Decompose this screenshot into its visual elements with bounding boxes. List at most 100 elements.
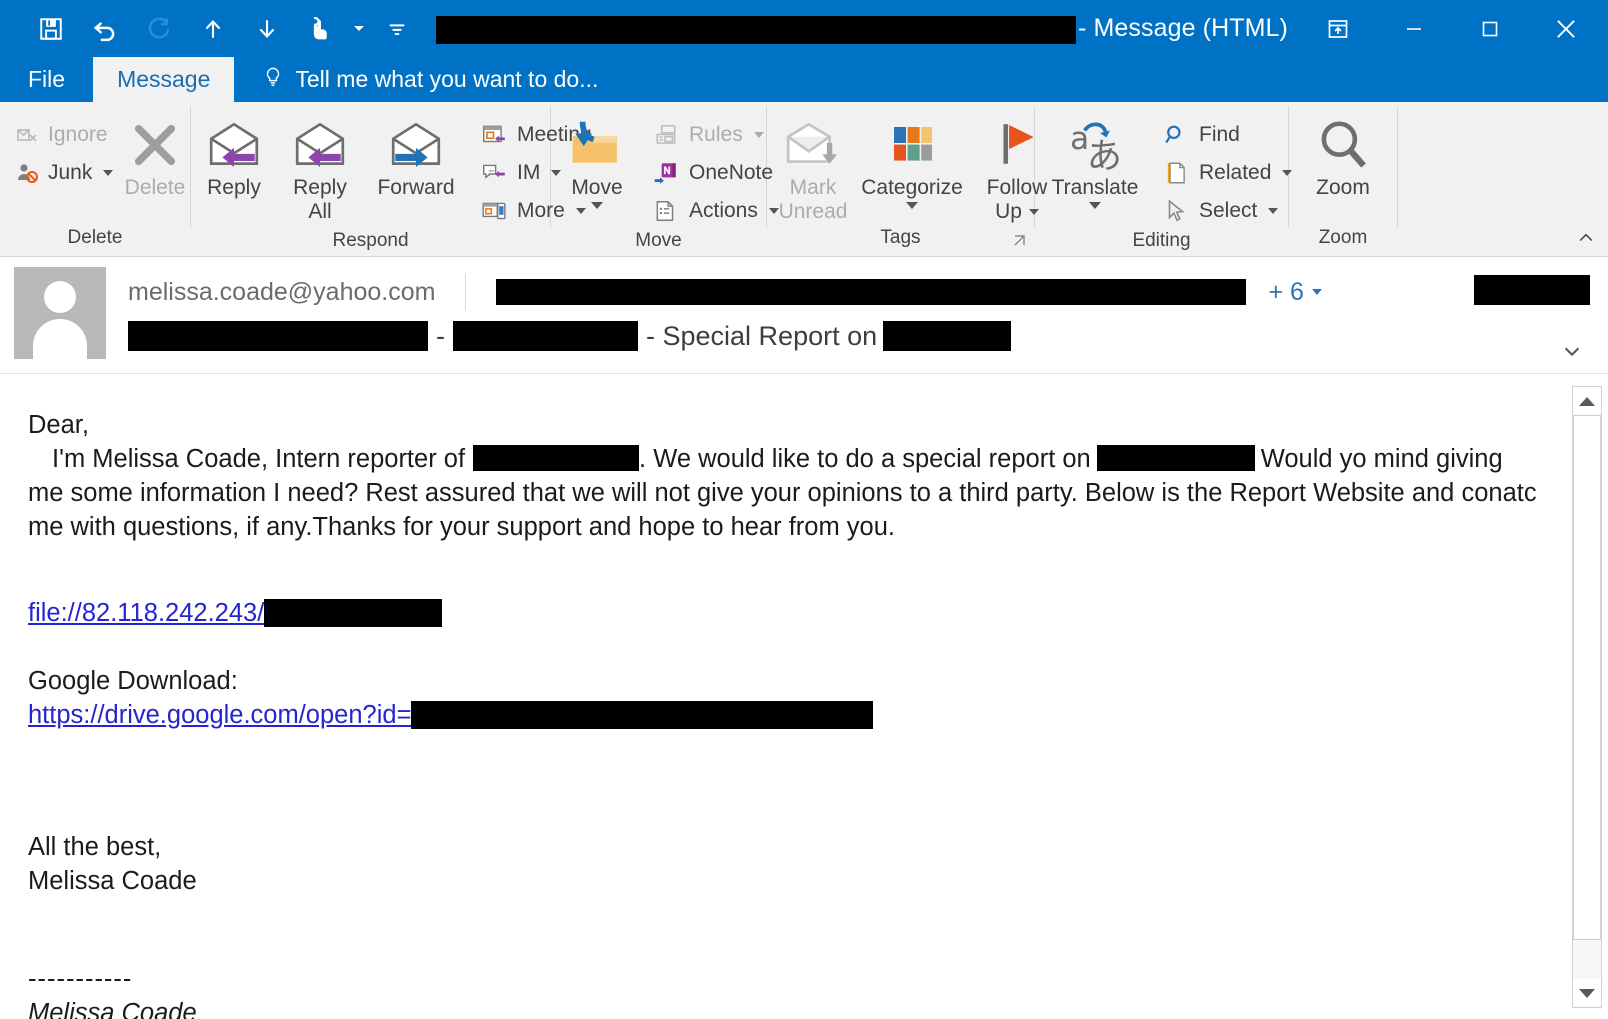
body-paragraph-1: I'm Melissa Coade, Intern reporter of . W… (28, 442, 1538, 544)
ribbon-group-editing: a あ Translate Find Related Select Editin… (1035, 102, 1293, 257)
google-link-redaction (411, 701, 874, 729)
message-header: melissa.coade@yahoo.com + 6 - - Special … (0, 257, 1608, 374)
collapse-ribbon-icon[interactable] (1574, 228, 1598, 254)
close-icon[interactable] (1528, 0, 1604, 57)
move-dropdown-caret-icon[interactable] (591, 202, 603, 209)
next-item-arrow-icon[interactable] (240, 6, 294, 52)
tell-me-search[interactable]: Tell me what you want to do... (234, 57, 598, 102)
junk-dropdown-caret-icon[interactable] (103, 170, 114, 176)
header-date-redaction-bar (1474, 275, 1590, 305)
reply-all-button[interactable]: Reply All (277, 108, 363, 224)
outlook-message-window: - Message (HTML) File Message Tell me wh… (0, 0, 1608, 1019)
forward-button[interactable]: Forward (363, 108, 469, 200)
move-folder-icon (566, 114, 628, 176)
reply-all-label: Reply (293, 176, 347, 199)
expand-header-chevron-down-icon[interactable] (1558, 340, 1586, 367)
junk-icon (14, 158, 40, 188)
rules-button[interactable]: Rules (645, 116, 785, 154)
junk-button[interactable]: Junk (8, 154, 114, 192)
ribbon-group-zoom: Zoom Zoom (1289, 102, 1397, 257)
subject-dash-1: - (436, 320, 445, 351)
tab-message-label: Message (117, 66, 211, 92)
categorize-dropdown-caret-icon[interactable] (906, 202, 918, 209)
ribbon-group-move: Move Rules OneNote Actions Move (551, 102, 779, 257)
file-link-line: file://82.118.242.243/ (28, 596, 1538, 630)
touch-mode-dropdown-caret-icon[interactable] (348, 6, 370, 52)
onenote-icon (651, 158, 681, 188)
forward-label: Forward (377, 176, 455, 199)
tab-message[interactable]: Message (93, 57, 235, 102)
zoom-button[interactable]: Zoom (1306, 108, 1380, 200)
select-button[interactable]: Select (1155, 192, 1298, 230)
rules-dropdown-caret-icon[interactable] (753, 132, 764, 138)
forward-icon (387, 114, 445, 176)
categorize-label: Categorize (861, 176, 963, 199)
more-icon (479, 196, 509, 226)
onenote-button[interactable]: OneNote (645, 154, 785, 192)
sender-address[interactable]: melissa.coade@yahoo.com (122, 278, 435, 307)
rules-icon (651, 120, 681, 150)
translate-button[interactable]: a あ Translate (1043, 108, 1147, 209)
reply-button[interactable]: Reply (191, 108, 277, 200)
ribbon-separator (1397, 106, 1398, 228)
ribbon-group-tags: Mark Unread Categorize Follow Up Tags (767, 102, 1047, 257)
im-label: IM (517, 161, 541, 184)
actions-button[interactable]: Actions (645, 192, 785, 230)
ignore-button[interactable]: Ignore (8, 116, 112, 154)
delete-x-icon (127, 114, 183, 176)
ribbon-group-label-editing: Editing (1132, 230, 1191, 251)
scroll-down-arrow-icon[interactable] (1573, 979, 1601, 1007)
reply-all-label-2: All (308, 200, 332, 223)
closing-name: Melissa Coade (28, 867, 197, 895)
actions-icon (651, 196, 681, 226)
ribbon-group-label-tags: Tags (767, 227, 1034, 257)
reply-all-icon (291, 114, 349, 176)
save-icon[interactable] (24, 6, 78, 52)
touch-mouse-mode-icon[interactable] (294, 6, 348, 52)
maximize-icon[interactable] (1452, 0, 1528, 57)
categorize-icon (886, 114, 938, 176)
greeting-line: Dear, (28, 411, 89, 439)
categorize-button[interactable]: Categorize (853, 108, 971, 209)
vertical-scrollbar[interactable] (1572, 386, 1602, 1008)
file-link[interactable]: file://82.118.242.243/ (28, 599, 264, 627)
body-p1-part-a: I'm Melissa Coade, Intern reporter of (52, 445, 466, 473)
translate-dropdown-caret-icon[interactable] (1089, 202, 1101, 209)
scrollbar-track[interactable] (1573, 415, 1601, 979)
mark-unread-button[interactable]: Mark Unread (773, 108, 853, 224)
delete-label: Delete (124, 176, 186, 199)
scroll-up-arrow-icon[interactable] (1573, 387, 1601, 415)
tags-dialog-launcher-icon[interactable] (1012, 233, 1028, 253)
google-download-label: Google Download: (28, 667, 238, 695)
find-label: Find (1199, 123, 1240, 146)
ribbon-group-delete: Ignore Junk Delete Delete (0, 102, 190, 257)
message-body[interactable]: Dear, I'm Melissa Coade, Intern reporter… (0, 374, 1608, 1019)
body-redaction-1 (473, 445, 640, 471)
customize-quick-access-toolbar-icon[interactable] (370, 6, 424, 52)
recipients-overflow-button[interactable]: + 6 (1268, 277, 1322, 307)
undo-icon[interactable] (78, 6, 132, 52)
restore-down-window-icon[interactable] (1300, 0, 1376, 57)
move-label: Move (571, 176, 623, 199)
redo-icon (132, 6, 186, 52)
onenote-label: OneNote (689, 161, 774, 184)
tab-file[interactable]: File (0, 57, 93, 102)
recipients-overflow-caret-icon[interactable] (1311, 289, 1322, 295)
minimize-icon[interactable] (1376, 0, 1452, 57)
title-bar: - Message (HTML) (0, 0, 1608, 57)
subject-text: - Special Report on (646, 320, 878, 351)
related-button[interactable]: Related (1155, 154, 1298, 192)
google-drive-link[interactable]: https://drive.google.com/open?id= (28, 701, 411, 729)
delete-button[interactable]: Delete (118, 108, 192, 200)
move-button[interactable]: Move (551, 108, 643, 209)
zoom-label: Zoom (1316, 176, 1370, 199)
recipients-overflow-label: + 6 (1268, 277, 1304, 306)
select-dropdown-caret-icon[interactable] (1268, 208, 1279, 214)
lightbulb-icon (262, 64, 284, 96)
scrollbar-thumb[interactable] (1573, 415, 1601, 940)
previous-item-arrow-icon[interactable] (186, 6, 240, 52)
mark-unread-label-2: Unread (778, 200, 848, 223)
quick-access-toolbar (0, 6, 424, 52)
body-p1-part-b: . We would like to do a special report o… (639, 445, 1091, 473)
find-button[interactable]: Find (1155, 116, 1298, 154)
